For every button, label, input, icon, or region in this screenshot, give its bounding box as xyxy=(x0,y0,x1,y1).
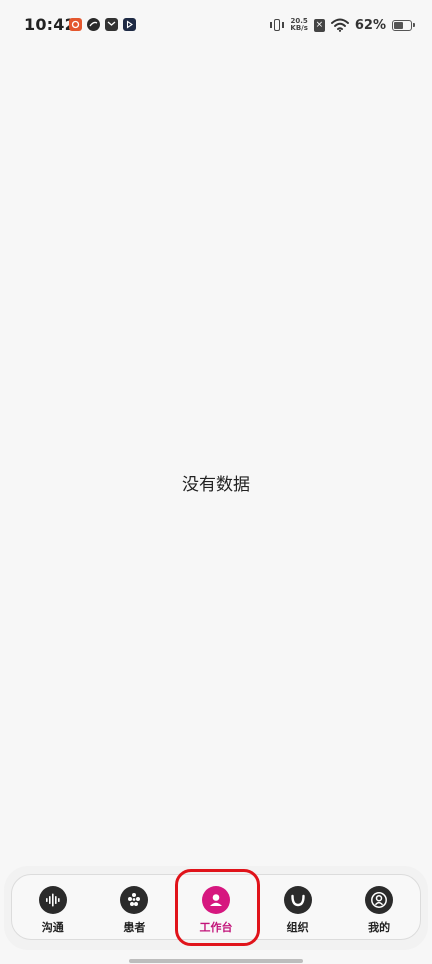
profile-icon xyxy=(365,886,394,914)
tab-workbench[interactable]: 工作台 xyxy=(175,875,257,939)
play-notification-icon xyxy=(123,18,136,31)
status-bar: 10:42 20.5 KB/s × 62% xyxy=(0,0,432,52)
battery-icon xyxy=(392,19,415,31)
mail-notification-icon xyxy=(105,18,118,31)
empty-state-message: 没有数据 xyxy=(182,475,250,495)
tab-label: 组织 xyxy=(286,921,309,934)
tab-label: 沟通 xyxy=(41,921,64,934)
tab-organization[interactable]: 组织 xyxy=(257,875,339,939)
sound-wave-icon xyxy=(38,886,67,914)
bottom-nav: 沟通 患者 工作台 组织 我的 xyxy=(11,874,421,940)
network-speed-unit: KB/s xyxy=(290,24,308,32)
system-icons: 20.5 KB/s × 62% xyxy=(270,14,415,36)
battery-percent: 62% xyxy=(354,17,386,33)
tab-label: 工作台 xyxy=(199,921,233,934)
dots-cluster-icon xyxy=(120,886,149,914)
network-speed: 20.5 KB/s xyxy=(290,18,307,32)
tab-communication[interactable]: 沟通 xyxy=(12,875,94,939)
workbench-person-icon xyxy=(201,886,230,914)
tab-label: 我的 xyxy=(368,921,391,934)
vibrate-icon xyxy=(270,17,285,33)
app-notification-icon xyxy=(69,18,82,31)
smile-arc-icon xyxy=(283,886,312,914)
tab-label: 患者 xyxy=(123,921,146,934)
sync-notification-icon xyxy=(87,18,100,31)
wifi-icon xyxy=(330,18,349,32)
tab-patients[interactable]: 患者 xyxy=(94,875,176,939)
no-sim-icon: × xyxy=(313,18,325,32)
home-indicator[interactable] xyxy=(129,959,303,963)
tab-mine[interactable]: 我的 xyxy=(338,875,420,939)
